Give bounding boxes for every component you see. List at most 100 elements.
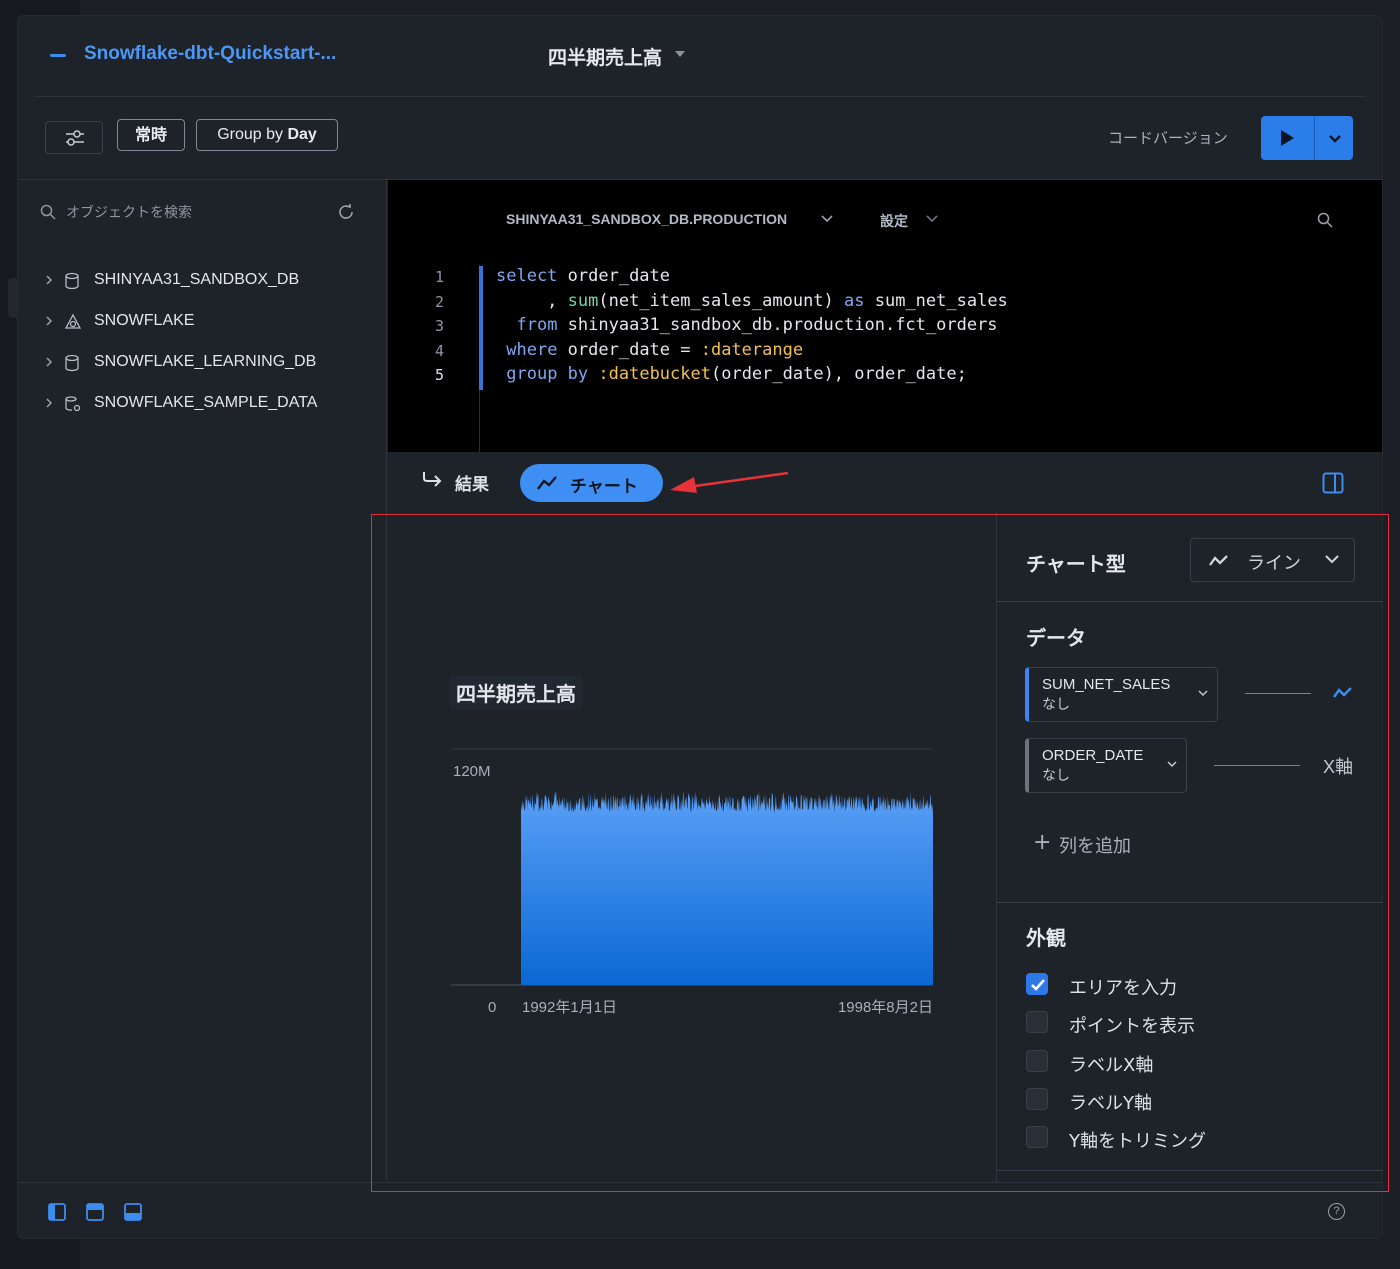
field-sum-net-sales[interactable]: SUM_NET_SALES なし (1025, 667, 1218, 722)
label-y-axis-checkbox[interactable] (1026, 1088, 1048, 1110)
x-tick-end: 1998年8月2日 (838, 999, 933, 1016)
tab-results-label: 結果 (455, 475, 489, 495)
add-column-label: 列を追加 (1059, 836, 1131, 857)
shared-database-icon (65, 396, 81, 412)
line-number: 3 (434, 317, 444, 335)
fill-area-checkbox[interactable] (1026, 973, 1048, 995)
database-icon (65, 354, 79, 372)
selection-indicator (479, 266, 483, 390)
code-line-2: , sum(net_item_sales_amount) as sum_net_… (496, 291, 1008, 311)
code-line-5: group by :datebucket(order_date), order_… (506, 364, 967, 384)
chevron-right-icon[interactable] (44, 274, 54, 286)
area-chart[interactable]: 120M 0 1992年1月1日 1998年8月2日 (388, 512, 996, 1182)
appearance-heading: 外観 (1026, 926, 1066, 950)
play-icon[interactable] (1281, 130, 1294, 146)
search-input[interactable]: オブジェクトを検索 (66, 202, 192, 222)
sql-editor[interactable]: SHINYAA31_SANDBOX_DB.PRODUCTION 設定 1 2 3… (388, 180, 1382, 452)
chevron-down-icon (1198, 690, 1208, 697)
field-order-date[interactable]: ORDER_DATE なし (1025, 738, 1187, 793)
group-by-filter[interactable]: Group by Day (196, 119, 338, 151)
field-connector (1214, 765, 1300, 766)
toggle-sidebar-icon[interactable] (48, 1203, 66, 1221)
chart-settings-panel: チャート型 ライン データ SUM_NET_SALES なし ORDER_DAT… (996, 512, 1382, 1182)
line-number: 4 (434, 342, 444, 360)
help-icon[interactable]: ? (1328, 1203, 1345, 1220)
chart-area: 四半期売上高 120M 0 1992年1月1日 1998年8月2日 (388, 512, 996, 1182)
group-by-prefix: Group by (217, 126, 283, 143)
project-name-link[interactable]: Snowflake-dbt-Quickstart-... (84, 43, 336, 65)
footer-bar: ? (18, 1182, 1382, 1238)
search-icon (40, 204, 56, 220)
label-x-axis-label: ラベルX軸 (1069, 1055, 1154, 1076)
refresh-icon[interactable] (337, 203, 355, 221)
search-icon[interactable] (1317, 212, 1333, 228)
show-points-checkbox[interactable] (1026, 1011, 1048, 1033)
group-by-value: Day (287, 126, 317, 143)
toggle-editor-icon[interactable] (86, 1203, 104, 1221)
database-icon (65, 272, 79, 290)
line-chart-icon[interactable] (1333, 686, 1353, 700)
y-tick-0: 0 (488, 999, 496, 1016)
tree-item-label: SNOWFLAKE_LEARNING_DB (94, 353, 317, 370)
label-x-axis-checkbox[interactable] (1026, 1050, 1048, 1072)
chevron-down-icon[interactable] (925, 214, 939, 224)
chevron-right-icon[interactable] (44, 356, 54, 368)
worksheet-window: Snowflake-dbt-Quickstart-... 四半期売上高 常時 G… (18, 16, 1382, 1238)
line-number: 5 (434, 366, 444, 384)
line-number: 2 (434, 293, 444, 311)
section-divider (997, 1170, 1382, 1171)
plus-icon: + (1033, 830, 1052, 855)
trim-y-axis-label: Y軸をトリミング (1069, 1131, 1206, 1152)
header-divider (34, 96, 1366, 97)
line-chart-icon (1209, 555, 1228, 566)
chart-type-select[interactable]: ライン (1190, 538, 1355, 582)
context-selector[interactable]: SHINYAA31_SANDBOX_DB.PRODUCTION (506, 211, 787, 227)
tab-chart-label: チャート (570, 477, 638, 497)
annotation-arrow (670, 471, 789, 493)
code-line-3: from shinyaa31_sandbox_db.production.fct… (516, 315, 998, 335)
snowflake-share-icon (64, 313, 82, 329)
chevron-down-icon (1325, 555, 1339, 564)
tab-chart[interactable]: チャート (520, 464, 663, 502)
data-heading: データ (1026, 626, 1086, 650)
settings-menu[interactable]: 設定 (880, 211, 908, 231)
sliders-icon (66, 130, 84, 146)
result-tabs: 結果 チャート (388, 452, 1382, 512)
filter-button[interactable] (45, 121, 103, 154)
x-axis-role[interactable]: X軸 (1323, 753, 1353, 779)
section-divider (997, 601, 1382, 602)
chart-type-value: ライン (1247, 553, 1301, 574)
tree-item-label: SNOWFLAKE_SAMPLE_DATA (94, 394, 318, 411)
code-version-button[interactable]: コードバージョン (1108, 127, 1228, 148)
object-explorer: オブジェクトを検索 SHINYAA31_SANDBOX_DB SNOWFLAKE… (18, 180, 387, 1180)
collapse-icon[interactable] (50, 54, 66, 57)
field-name: ORDER_DATE (1042, 747, 1144, 764)
tree-item-label: SNOWFLAKE (94, 312, 195, 329)
chevron-down-icon (1167, 761, 1177, 768)
date-range-filter[interactable]: 常時 (117, 119, 185, 151)
worksheet-title[interactable]: 四半期売上高 (548, 43, 662, 70)
label-y-axis-label: ラベルY軸 (1069, 1093, 1152, 1114)
chart-type-heading: チャート型 (1026, 552, 1126, 576)
x-tick-start: 1992年1月1日 (522, 999, 617, 1016)
trim-y-axis-checkbox[interactable] (1026, 1126, 1048, 1148)
chevron-right-icon[interactable] (44, 397, 54, 409)
show-points-label: ポイントを表示 (1069, 1016, 1195, 1037)
field-connector (1245, 693, 1311, 694)
chevron-down-icon[interactable] (820, 214, 834, 224)
tree-item-label: SHINYAA31_SANDBOX_DB (94, 271, 300, 288)
toggle-results-icon[interactable] (124, 1203, 142, 1221)
line-chart-icon (537, 476, 557, 490)
code-line-4: where order_date = :daterange (506, 340, 804, 360)
field-aggregation: なし (1042, 697, 1070, 713)
chevron-right-icon[interactable] (44, 315, 54, 327)
side-panel-toggle-icon[interactable] (1322, 472, 1344, 494)
field-aggregation: なし (1042, 768, 1070, 784)
title-caret-icon[interactable] (675, 51, 685, 57)
code-line-1: select order_date (496, 266, 671, 286)
run-options-chevron-icon[interactable] (1325, 128, 1345, 148)
line-number: 1 (434, 268, 444, 286)
left-rail (8, 278, 18, 318)
y-tick-120m: 120M (453, 763, 491, 780)
field-name: SUM_NET_SALES (1042, 676, 1171, 693)
